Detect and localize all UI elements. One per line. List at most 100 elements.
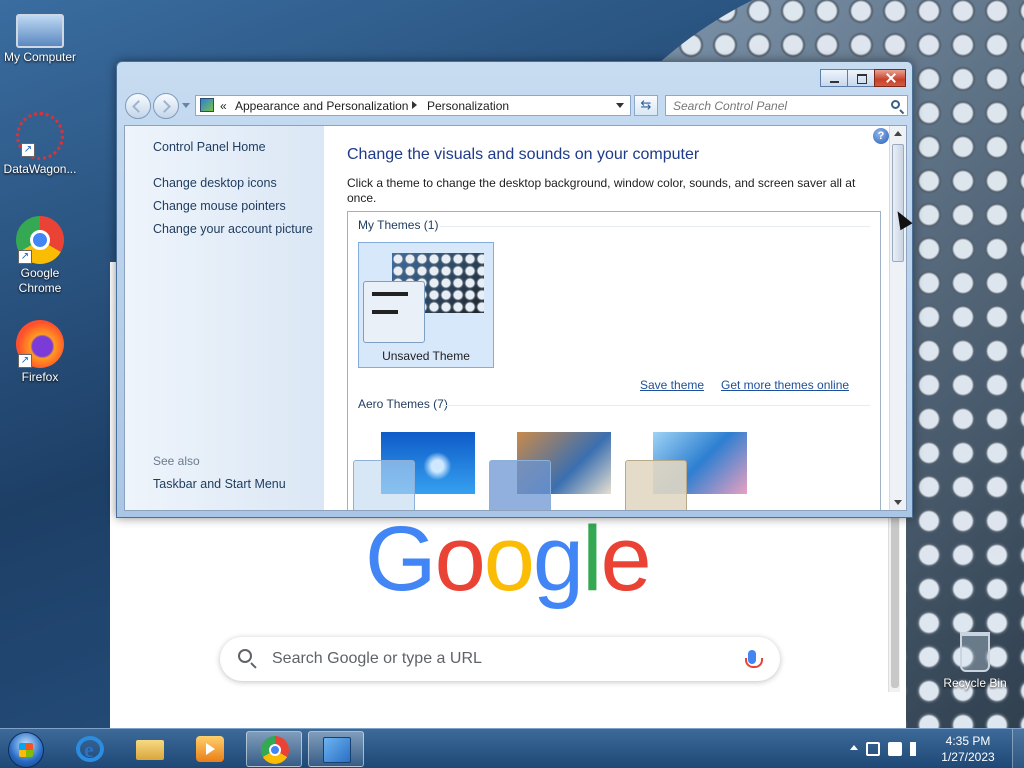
- desktop-icon-recycle-bin[interactable]: Recycle Bin: [940, 632, 1010, 690]
- minimize-button[interactable]: [820, 69, 848, 87]
- control-panel-icon: [200, 98, 214, 112]
- close-button[interactable]: [874, 69, 906, 87]
- page-title: Change the visuals and sounds on your co…: [347, 146, 700, 163]
- google-logo: Google: [365, 507, 652, 612]
- address-dropdown-icon[interactable]: [616, 103, 624, 108]
- desktop-icon-label: Google Chrome: [18, 266, 62, 295]
- logo-letter: o: [483, 508, 535, 610]
- theme-architecture[interactable]: [489, 432, 619, 510]
- google-search-placeholder: Search Google or type a URL: [272, 650, 482, 667]
- search-icon: [238, 649, 252, 663]
- shortcut-arrow-icon: ↗: [18, 250, 32, 264]
- back-button[interactable]: [125, 93, 151, 119]
- theme-window-preview: [353, 460, 415, 510]
- link-change-desktop-icons[interactable]: Change desktop icons: [153, 176, 277, 190]
- show-hidden-icons-icon[interactable]: [850, 745, 858, 750]
- media-player-icon: [196, 736, 224, 762]
- microphone-icon[interactable]: [745, 650, 763, 668]
- clock[interactable]: 4:35 PM 1/27/2023: [936, 733, 1000, 765]
- clock-date: 1/27/2023: [941, 750, 995, 764]
- desktop-icon-my-computer[interactable]: My Computer: [0, 8, 80, 64]
- volume-icon[interactable]: [910, 742, 920, 756]
- control-panel-search[interactable]: Search Control Panel: [665, 95, 908, 116]
- theme-windows-7[interactable]: [353, 432, 483, 510]
- clock-time: 4:35 PM: [945, 734, 991, 748]
- theme-characters[interactable]: [625, 432, 755, 510]
- shortcut-arrow-icon: ↗: [18, 354, 32, 368]
- recycle-bin-icon: [960, 632, 990, 672]
- desktop-icon-label: DataWagon...: [3, 162, 77, 176]
- logo-letter: e: [600, 508, 652, 610]
- logo-letter: G: [365, 508, 437, 610]
- vertical-scrollbar[interactable]: [889, 126, 906, 510]
- folder-icon: [136, 740, 164, 760]
- save-theme-link[interactable]: Save theme: [640, 378, 704, 392]
- get-more-themes-link[interactable]: Get more themes online: [721, 378, 849, 392]
- address-bar[interactable]: « Appearance and Personalization Persona…: [195, 95, 631, 116]
- scrollbar-thumb[interactable]: [891, 512, 899, 688]
- forward-button[interactable]: [153, 93, 179, 119]
- desktop-icon-firefox[interactable]: ↗ Firefox: [0, 320, 80, 384]
- help-icon[interactable]: ?: [873, 128, 889, 144]
- theme-unsaved[interactable]: Unsaved Theme: [358, 242, 494, 368]
- taskbar: 4:35 PM 1/27/2023: [0, 728, 1024, 768]
- control-panel-window[interactable]: « Appearance and Personalization Persona…: [116, 61, 913, 518]
- link-change-mouse-pointers[interactable]: Change mouse pointers: [153, 199, 286, 213]
- link-change-account-picture[interactable]: Change your account picture: [153, 222, 313, 236]
- google-search-box[interactable]: Search Google or type a URL: [220, 637, 780, 681]
- search-placeholder: Search Control Panel: [673, 99, 788, 113]
- chrome-icon: ↗: [16, 216, 64, 264]
- firefox-icon: ↗: [16, 320, 64, 368]
- network-icon[interactable]: [866, 742, 880, 756]
- taskbar-file-explorer[interactable]: [122, 731, 178, 767]
- control-panel-content: Control Panel Home Change desktop icons …: [124, 125, 907, 511]
- start-button[interactable]: [8, 732, 44, 768]
- theme-window-preview: [489, 460, 551, 510]
- recent-pages-dropdown[interactable]: [182, 103, 190, 108]
- datawagon-icon: ↗: [16, 112, 64, 160]
- action-center-icon[interactable]: [888, 742, 902, 756]
- desktop-icon-label: Firefox: [21, 370, 59, 384]
- control-panel-icon: [323, 737, 351, 763]
- page-description: Click a theme to change the desktop back…: [347, 176, 856, 205]
- main-pane: ? Change the visuals and sounds on your …: [325, 126, 891, 510]
- logo-letter: g: [532, 508, 584, 610]
- taskbar-control-panel[interactable]: [308, 731, 364, 767]
- divider: [442, 405, 870, 406]
- chrome-icon: [261, 736, 289, 764]
- taskbar-media-player[interactable]: [182, 731, 238, 767]
- see-also-heading: See also: [153, 454, 200, 468]
- breadcrumb-personalization[interactable]: Personalization: [427, 99, 509, 113]
- theme-window-preview: [625, 460, 687, 510]
- refresh-button[interactable]: ⇆: [634, 95, 658, 116]
- my-themes-heading: My Themes (1): [358, 218, 439, 232]
- link-control-panel-home[interactable]: Control Panel Home: [153, 140, 266, 154]
- scrollbar-thumb[interactable]: [892, 144, 904, 262]
- divider: [440, 226, 870, 227]
- search-icon[interactable]: [891, 100, 900, 109]
- window-controls: [820, 69, 906, 87]
- desktop-icon-label: My Computer: [3, 50, 77, 64]
- desktop-icon-label: Recycle Bin: [943, 676, 1007, 690]
- breadcrumb-overflow[interactable]: «: [220, 99, 227, 113]
- breadcrumb-separator-icon[interactable]: [412, 101, 417, 109]
- maximize-button[interactable]: [847, 69, 875, 87]
- taskbar-internet-explorer[interactable]: [62, 731, 118, 767]
- shortcut-arrow-icon: ↗: [21, 143, 35, 157]
- show-desktop-button[interactable]: [1012, 729, 1024, 768]
- logo-letter: o: [434, 508, 486, 610]
- taskbar-chrome[interactable]: [246, 731, 302, 767]
- scroll-down-icon[interactable]: [894, 500, 902, 505]
- theme-window-preview: [363, 281, 425, 343]
- scroll-up-icon[interactable]: [894, 131, 902, 136]
- breadcrumb-appearance[interactable]: Appearance and Personalization: [235, 99, 408, 113]
- desktop-icon-google-chrome[interactable]: ↗ Google Chrome: [0, 216, 80, 296]
- aero-themes-heading: Aero Themes (7): [358, 397, 448, 411]
- computer-icon: [16, 14, 64, 48]
- desktop-icon-datawagon[interactable]: ↗ DataWagon...: [0, 112, 80, 176]
- task-pane: Control Panel Home Change desktop icons …: [125, 126, 324, 510]
- theme-list[interactable]: My Themes (1) Unsaved Theme Save theme G…: [347, 211, 881, 510]
- link-taskbar-start-menu[interactable]: Taskbar and Start Menu: [153, 477, 286, 491]
- theme-name: Unsaved Theme: [382, 349, 470, 363]
- system-tray: 4:35 PM 1/27/2023: [844, 729, 1024, 768]
